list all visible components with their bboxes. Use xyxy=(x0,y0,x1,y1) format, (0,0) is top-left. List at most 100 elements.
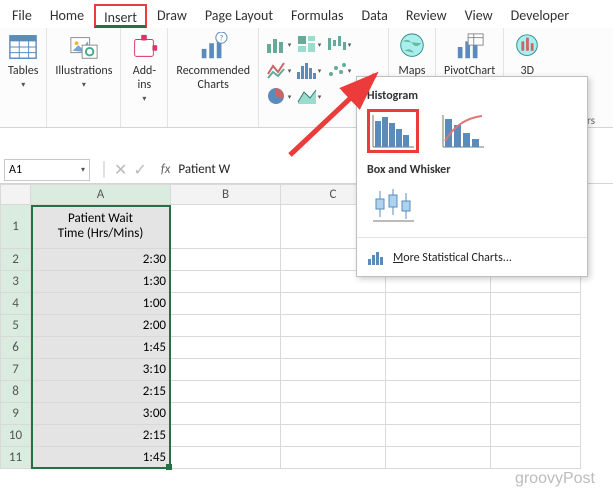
cell[interactable] xyxy=(491,337,581,359)
scatter-chart-button[interactable]: ▾ xyxy=(326,58,352,82)
row-header[interactable]: 11 xyxy=(1,447,31,469)
chevron-down-icon: ▾ xyxy=(81,165,85,175)
cell[interactable] xyxy=(171,403,281,425)
tab-insert[interactable]: Insert xyxy=(94,4,147,28)
cell[interactable] xyxy=(386,381,491,403)
cell[interactable] xyxy=(281,381,386,403)
row-header[interactable]: 9 xyxy=(1,403,31,425)
col-header-b[interactable]: B xyxy=(171,185,281,205)
cell[interactable] xyxy=(281,425,386,447)
recommended-label: Recommended Charts xyxy=(176,64,250,92)
tab-view[interactable]: View xyxy=(457,4,501,28)
cell[interactable]: 1:00 xyxy=(31,293,171,315)
addins-label: Add- ins xyxy=(133,64,156,92)
cell[interactable] xyxy=(171,293,281,315)
cell[interactable] xyxy=(171,249,281,271)
cell[interactable] xyxy=(281,447,386,469)
tables-button[interactable]: Tables ▾ xyxy=(8,32,38,90)
cell-a1[interactable]: Patient Wait Time (Hrs/Mins) xyxy=(31,205,171,249)
row-header[interactable]: 2 xyxy=(1,249,31,271)
cell[interactable] xyxy=(171,447,281,469)
box-whisker-section-label: Box and Whisker xyxy=(367,163,577,177)
cell[interactable] xyxy=(491,381,581,403)
cell[interactable] xyxy=(171,381,281,403)
cell[interactable] xyxy=(281,315,386,337)
cell[interactable] xyxy=(491,403,581,425)
waterfall-chart-button[interactable]: ▾ xyxy=(326,32,352,56)
tab-home[interactable]: Home xyxy=(42,4,92,28)
cell[interactable]: 3:00 xyxy=(31,403,171,425)
cell[interactable] xyxy=(386,403,491,425)
ribbon-tabs: File Home Insert Draw Page Layout Formul… xyxy=(0,0,613,28)
chevron-down-icon: ▾ xyxy=(21,80,25,90)
cell[interactable] xyxy=(386,359,491,381)
row-header[interactable]: 5 xyxy=(1,315,31,337)
addins-button[interactable]: Add- ins ▾ xyxy=(129,32,159,104)
group-illustrations: Illustrations ▾ xyxy=(47,28,121,127)
cancel-icon[interactable]: ✕ xyxy=(114,160,127,180)
cell[interactable]: 2:15 xyxy=(31,425,171,447)
cell[interactable]: 1:45 xyxy=(31,447,171,469)
row-header[interactable]: 1 xyxy=(1,205,31,249)
cell[interactable]: 1:30 xyxy=(31,271,171,293)
tab-draw[interactable]: Draw xyxy=(149,4,195,28)
cell[interactable] xyxy=(386,315,491,337)
fx-icon[interactable]: fx xyxy=(161,162,171,177)
line-chart-button[interactable]: ▾ xyxy=(266,58,292,82)
box-whisker-option[interactable] xyxy=(367,183,419,227)
more-statistical-charts[interactable]: More Statistical Charts... xyxy=(367,246,577,270)
surface-chart-button[interactable]: ▾ xyxy=(296,84,322,108)
cell[interactable]: 2:00 xyxy=(31,315,171,337)
cell[interactable] xyxy=(281,293,386,315)
cell[interactable] xyxy=(171,425,281,447)
row-header[interactable]: 10 xyxy=(1,425,31,447)
col-header-a[interactable]: A xyxy=(31,185,171,205)
row-header[interactable]: 8 xyxy=(1,381,31,403)
name-box[interactable]: A1 ▾ xyxy=(4,159,90,181)
illustrations-label: Illustrations xyxy=(55,64,112,78)
histogram-chart-option[interactable] xyxy=(367,109,419,153)
row-header[interactable]: 4 xyxy=(1,293,31,315)
cell[interactable] xyxy=(491,293,581,315)
pareto-chart-option[interactable] xyxy=(437,109,489,153)
tab-page-layout[interactable]: Page Layout xyxy=(197,4,281,28)
row-header[interactable]: 6 xyxy=(1,337,31,359)
cell[interactable] xyxy=(386,337,491,359)
cell[interactable]: 1:45 xyxy=(31,337,171,359)
tab-review[interactable]: Review xyxy=(398,4,455,28)
tab-developer[interactable]: Developer xyxy=(503,4,577,28)
illustrations-button[interactable]: Illustrations ▾ xyxy=(55,32,112,90)
cell[interactable] xyxy=(171,315,281,337)
cell[interactable] xyxy=(386,425,491,447)
tab-data[interactable]: Data xyxy=(353,4,395,28)
row-header[interactable]: 7 xyxy=(1,359,31,381)
tab-formulas[interactable]: Formulas xyxy=(283,4,351,28)
tab-file[interactable]: File xyxy=(4,4,40,28)
recommended-charts-button[interactable]: ? Recommended Charts xyxy=(176,32,250,92)
cell[interactable] xyxy=(491,425,581,447)
row-header[interactable]: 3 xyxy=(1,271,31,293)
cell[interactable] xyxy=(171,337,281,359)
cell[interactable] xyxy=(386,447,491,469)
cell[interactable]: 2:15 xyxy=(31,381,171,403)
cell[interactable] xyxy=(281,359,386,381)
cell[interactable] xyxy=(491,315,581,337)
select-all-corner[interactable] xyxy=(1,185,31,205)
bar-chart-button[interactable]: ▾ xyxy=(266,32,292,56)
cell[interactable] xyxy=(491,447,581,469)
pie-chart-button[interactable]: ▾ xyxy=(266,84,292,108)
confirm-icon[interactable]: ✓ xyxy=(133,160,146,180)
statistic-chart-button[interactable]: ▾ xyxy=(296,58,322,82)
cell[interactable] xyxy=(386,293,491,315)
cell[interactable] xyxy=(281,337,386,359)
cell[interactable] xyxy=(281,403,386,425)
cell[interactable] xyxy=(491,359,581,381)
cell[interactable] xyxy=(171,359,281,381)
cell[interactable]: 2:30 xyxy=(31,249,171,271)
cell[interactable] xyxy=(171,205,281,249)
pivotchart-icon xyxy=(455,32,485,62)
cell[interactable]: 3:10 xyxy=(31,359,171,381)
formula-value[interactable]: Patient W xyxy=(178,162,230,177)
hierarchy-chart-button[interactable]: ▾ xyxy=(296,32,322,56)
cell[interactable] xyxy=(171,271,281,293)
